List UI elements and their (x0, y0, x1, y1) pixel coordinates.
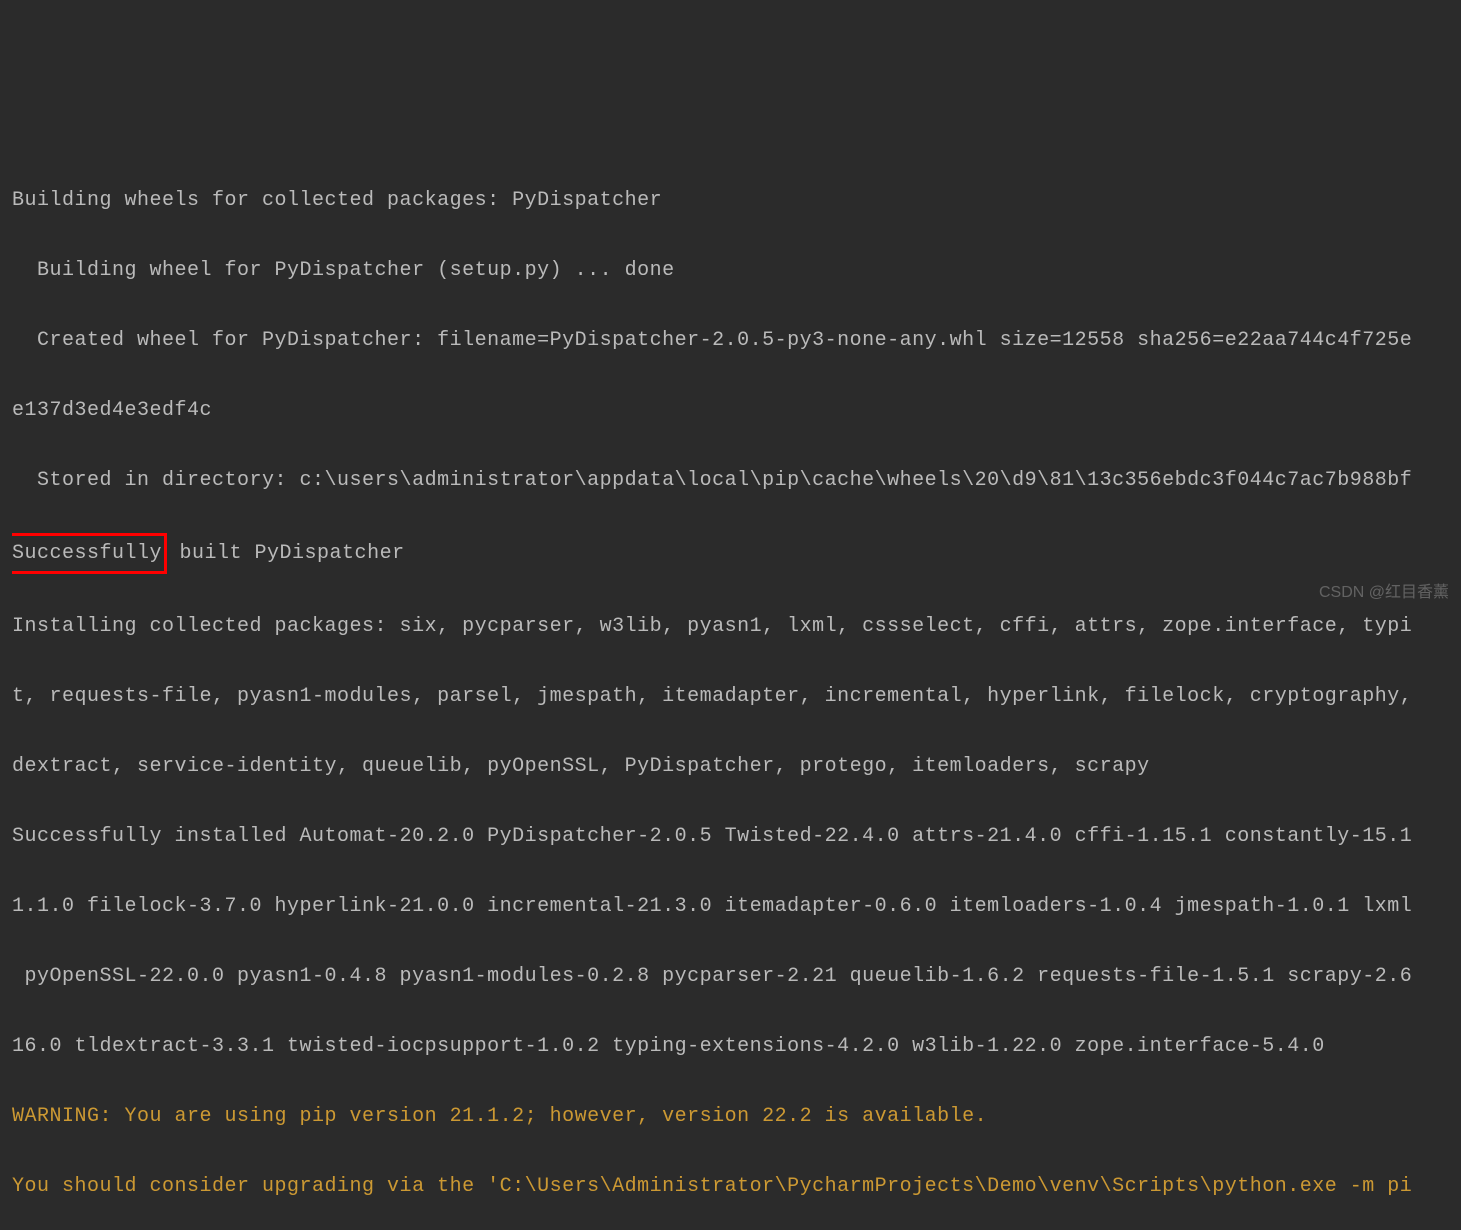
output-line: 16.0 tldextract-3.3.1 twisted-iocpsuppor… (12, 1029, 1449, 1064)
output-line: Stored in directory: c:\users\administra… (12, 463, 1449, 498)
output-line: 1.1.0 filelock-3.7.0 hyperlink-21.0.0 in… (12, 889, 1449, 924)
output-line: Successfully installed Automat-20.2.0 Py… (12, 819, 1449, 854)
output-line: Created wheel for PyDispatcher: filename… (12, 323, 1449, 358)
watermark: CSDN @红目香薰 (1319, 579, 1449, 607)
warning-line: WARNING: You are using pip version 21.1.… (12, 1099, 1449, 1134)
highlight-box: Successfully (12, 533, 167, 574)
output-line: Building wheels for collected packages: … (12, 183, 1449, 218)
output-line: e137d3ed4e3edf4c (12, 393, 1449, 428)
warning-line: You should consider upgrading via the 'C… (12, 1169, 1449, 1204)
output-line: Building wheel for PyDispatcher (setup.p… (12, 253, 1449, 288)
output-line: Installing collected packages: six, pycp… (12, 609, 1449, 644)
output-line: Successfully built PyDispatcher (12, 533, 1449, 574)
output-text: built PyDispatcher (167, 542, 405, 565)
output-line: pyOpenSSL-22.0.0 pyasn1-0.4.8 pyasn1-mod… (12, 959, 1449, 994)
output-line: dextract, service-identity, queuelib, py… (12, 749, 1449, 784)
output-line: t, requests-file, pyasn1-modules, parsel… (12, 679, 1449, 714)
terminal-output[interactable]: Building wheels for collected packages: … (12, 148, 1449, 1230)
